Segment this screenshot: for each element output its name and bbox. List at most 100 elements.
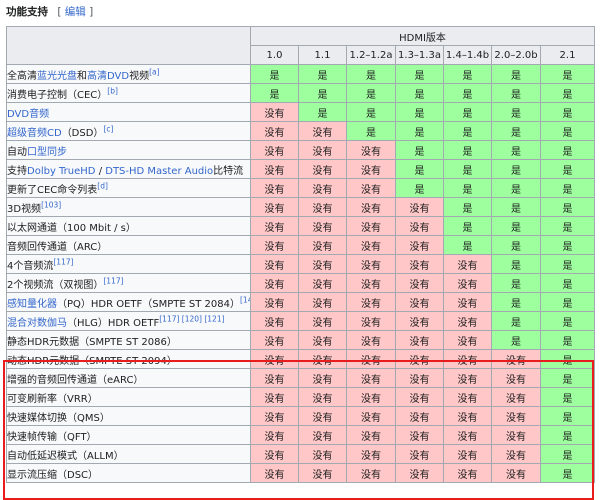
feature-link[interactable]: 超级音频CD bbox=[8, 128, 62, 139]
support-no-cell: 没有 bbox=[298, 311, 347, 331]
version-header: 1.3–1.3a bbox=[395, 45, 444, 65]
support-yes-cell: 是 bbox=[491, 178, 541, 198]
reference-link[interactable]: [b] bbox=[107, 86, 118, 95]
feature-cell: 以太网通道（100 Mbit / s） bbox=[6, 216, 251, 236]
support-no-cell: 没有 bbox=[298, 121, 347, 141]
support-yes-cell: 是 bbox=[540, 102, 595, 122]
feature-link[interactable]: DVD音频 bbox=[8, 109, 50, 120]
support-yes-cell: 是 bbox=[540, 273, 595, 293]
support-no-cell: 没有 bbox=[250, 368, 299, 388]
feature-text: 和 bbox=[77, 70, 87, 82]
support-no-cell: 没有 bbox=[491, 368, 541, 388]
support-no-cell: 没有 bbox=[250, 406, 299, 426]
support-no-cell: 没有 bbox=[250, 273, 299, 293]
support-yes-cell: 是 bbox=[540, 64, 595, 84]
feature-text: / bbox=[95, 165, 106, 177]
section-title: 功能支持 bbox=[6, 6, 48, 18]
header-row-group: HDMI版本 bbox=[6, 26, 595, 65]
support-no-cell: 没有 bbox=[395, 330, 444, 350]
feature-link[interactable]: 混合对数伽马 bbox=[8, 318, 68, 329]
support-no-cell: 没有 bbox=[443, 330, 492, 350]
table-row: 以太网通道（100 Mbit / s） 没有 没有 没有 没有是是是 bbox=[6, 216, 595, 236]
support-no-cell: 没有 bbox=[250, 330, 299, 350]
reference-link[interactable]: [140] bbox=[240, 295, 250, 304]
support-yes-cell: 是 bbox=[443, 102, 492, 122]
support-no-cell: 没有 bbox=[298, 254, 347, 274]
support-no-cell: 没有 bbox=[298, 235, 347, 255]
support-yes-cell: 是 bbox=[443, 178, 492, 198]
support-yes-cell: 是 bbox=[395, 178, 444, 198]
support-no-cell: 没有 bbox=[250, 235, 299, 255]
feature-cell: 静态HDR元数据（SMPTE ST 2086） bbox=[6, 330, 251, 350]
support-no-cell: 没有 bbox=[346, 406, 396, 426]
support-no-cell: 没有 bbox=[346, 140, 396, 160]
support-yes-cell: 是 bbox=[491, 330, 541, 350]
support-yes-cell: 是 bbox=[443, 83, 492, 103]
edit-bracket-close: ] bbox=[89, 6, 94, 18]
feature-link[interactable]: 感知量化器 bbox=[8, 299, 58, 310]
support-no-cell: 没有 bbox=[443, 406, 492, 426]
table-row: 2个视频流（双视图）[117] 没有 没有 没有 没有 没有是是 bbox=[6, 273, 595, 293]
reference-link[interactable]: [117] bbox=[53, 257, 73, 266]
reference-link[interactable]: [d] bbox=[97, 181, 108, 190]
reference-link[interactable]: [117] bbox=[103, 276, 123, 285]
support-no-cell: 没有 bbox=[491, 444, 541, 464]
support-no-cell: 没有 bbox=[346, 178, 396, 198]
feature-text: 音频回传通道（ARC） bbox=[7, 241, 108, 253]
reference-link[interactable]: [117] [120] [121] bbox=[159, 314, 224, 323]
support-no-cell: 没有 bbox=[250, 425, 299, 445]
support-yes-cell: 是 bbox=[395, 64, 444, 84]
support-yes-cell: 是 bbox=[443, 121, 492, 141]
feature-text: 可变刷新率（VRR） bbox=[7, 393, 98, 405]
version-header: 1.0 bbox=[250, 45, 299, 65]
feature-cell: 4个音频流[117] bbox=[6, 254, 251, 274]
feature-text: 以太网通道（100 Mbit / s） bbox=[7, 222, 136, 234]
support-yes-cell: 是 bbox=[540, 121, 595, 141]
support-yes-cell: 是 bbox=[346, 83, 396, 103]
corner-cell bbox=[6, 26, 251, 65]
table-row: 超级音频CD（DSD）[c] 没有 没有是是是是是 bbox=[6, 121, 595, 141]
support-yes-cell: 是 bbox=[491, 121, 541, 141]
reference-link[interactable]: [c] bbox=[103, 124, 113, 133]
support-yes-cell: 是 bbox=[395, 83, 444, 103]
feature-link[interactable]: 口型同步 bbox=[27, 147, 67, 158]
feature-cell: 快速帧传输（QFT） bbox=[6, 425, 251, 445]
feature-text: 消费电子控制（CEC） bbox=[7, 89, 108, 101]
support-no-cell: 没有 bbox=[395, 292, 444, 312]
reference-link[interactable]: [103] bbox=[41, 200, 61, 209]
support-no-cell: 没有 bbox=[395, 197, 444, 217]
edit-link[interactable]: 编辑 bbox=[65, 6, 86, 18]
support-yes-cell: 是 bbox=[346, 121, 396, 141]
support-no-cell: 没有 bbox=[443, 387, 492, 407]
table-body: 全高清蓝光光盘和高清DVD视频[a] 是是是是是是是消费电子控制（CEC）[b] 是… bbox=[6, 64, 595, 483]
support-no-cell: 没有 bbox=[298, 197, 347, 217]
version-header: 1.2–1.2a bbox=[346, 45, 396, 65]
feature-link[interactable]: Dolby TrueHD bbox=[27, 166, 96, 177]
support-no-cell: 没有 bbox=[491, 425, 541, 445]
reference-link[interactable]: [a] bbox=[149, 67, 159, 76]
support-no-cell: 没有 bbox=[491, 387, 541, 407]
feature-link[interactable]: DTS-HD Master Audio bbox=[105, 166, 213, 177]
support-no-cell: 没有 bbox=[443, 425, 492, 445]
version-header: 2.0–2.0b bbox=[491, 45, 541, 65]
support-no-cell: 没有 bbox=[491, 349, 541, 369]
feature-text: 静态HDR元数据（SMPTE ST 2086） bbox=[7, 336, 177, 348]
feature-link[interactable]: 蓝光光盘 bbox=[37, 71, 77, 82]
support-yes-cell: 是 bbox=[491, 292, 541, 312]
feature-link[interactable]: 高清DVD bbox=[87, 71, 129, 82]
support-no-cell: 没有 bbox=[250, 216, 299, 236]
support-no-cell: 没有 bbox=[346, 387, 396, 407]
support-no-cell: 没有 bbox=[346, 197, 396, 217]
support-yes-cell: 是 bbox=[443, 216, 492, 236]
support-yes-cell: 是 bbox=[540, 140, 595, 160]
support-no-cell: 没有 bbox=[298, 330, 347, 350]
feature-text: 3D视频 bbox=[7, 203, 42, 215]
feature-text: （DSD） bbox=[61, 127, 104, 139]
support-no-cell: 没有 bbox=[443, 444, 492, 464]
support-yes-cell: 是 bbox=[540, 330, 595, 350]
support-no-cell: 没有 bbox=[250, 197, 299, 217]
support-no-cell: 没有 bbox=[346, 349, 396, 369]
support-no-cell: 没有 bbox=[346, 444, 396, 464]
support-no-cell: 没有 bbox=[346, 254, 396, 274]
table-row: 自动低延迟模式（ALLM） 没有 没有 没有 没有 没有 没有是 bbox=[6, 444, 595, 464]
